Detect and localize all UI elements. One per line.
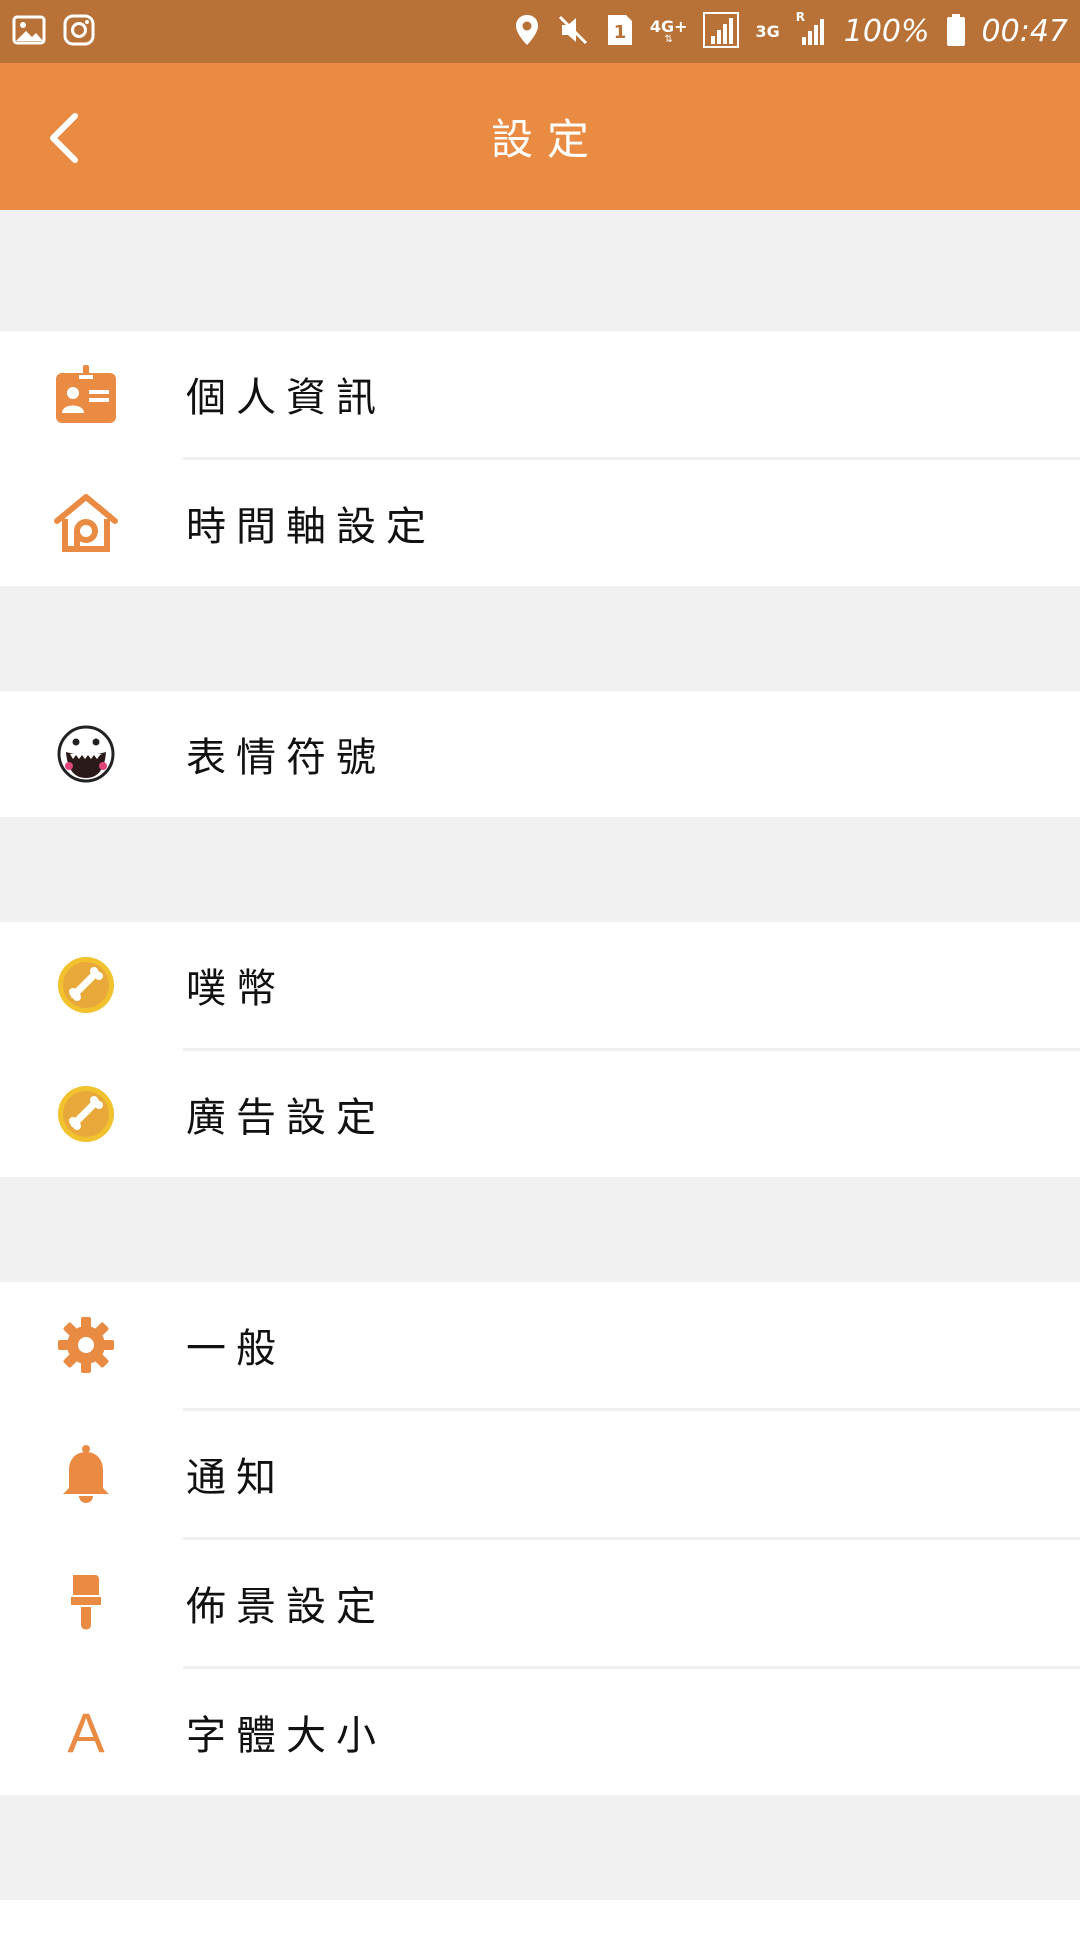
mute-icon	[556, 13, 590, 51]
sim-icon: 1	[606, 13, 634, 51]
settings-item-notifications[interactable]: 通知	[0, 1408, 1080, 1537]
settings-item-label: 廣告設定	[186, 1095, 386, 1141]
settings-item-label: 一般	[186, 1326, 286, 1372]
svg-text:1: 1	[614, 22, 627, 43]
settings-item-theme[interactable]: 佈景設定	[0, 1537, 1080, 1666]
settings-group-account: 個人資訊 時間軸設定	[0, 331, 1080, 586]
signal-icon-2: R	[796, 10, 828, 51]
emoji-icon	[0, 724, 172, 784]
settings-item-ads[interactable]: 廣告設定	[0, 1048, 1080, 1177]
coin-icon	[0, 955, 172, 1015]
gallery-icon	[12, 15, 46, 49]
settings-item-label: 噗幣	[186, 966, 286, 1012]
settings-item-label: 表情符號	[186, 735, 386, 781]
settings-item-font-size[interactable]: A 字體大小	[0, 1666, 1080, 1795]
settings-group-partial	[0, 1900, 1080, 1940]
network-4g-indicator: 4G+ ⇅	[649, 16, 688, 45]
settings-item-label: 個人資訊	[186, 375, 386, 421]
battery-icon	[946, 13, 966, 51]
bell-icon	[0, 1444, 172, 1504]
signal-icon-1	[703, 11, 740, 52]
home-icon	[0, 493, 172, 553]
font-size-icon: A	[0, 1700, 172, 1765]
settings-item-timeline[interactable]: 時間軸設定	[0, 457, 1080, 586]
location-icon	[514, 13, 540, 51]
id-card-icon	[0, 365, 172, 423]
settings-item-general[interactable]: 一般	[0, 1282, 1080, 1408]
brush-icon	[0, 1573, 172, 1633]
settings-item-label: 佈景設定	[186, 1584, 386, 1630]
back-button[interactable]	[28, 103, 98, 173]
clock: 00:47	[981, 14, 1068, 49]
settings-group-coins: 噗幣 廣告設定	[0, 922, 1080, 1177]
font-size-glyph: A	[67, 1700, 105, 1764]
settings-item-label: 字體大小	[186, 1713, 386, 1759]
settings-item-label: 時間軸設定	[186, 504, 436, 550]
gear-icon	[0, 1315, 172, 1375]
instagram-icon	[62, 13, 96, 51]
settings-group-emoji: 表情符號	[0, 691, 1080, 817]
settings-item-emoji[interactable]: 表情符號	[0, 691, 1080, 817]
status-bar: 1 4G+ ⇅ 3G R 100% 00:47	[0, 0, 1080, 63]
coin-icon	[0, 1084, 172, 1144]
settings-item-label: 通知	[186, 1455, 286, 1501]
app-bar: 設定	[0, 63, 1080, 210]
chevron-left-icon	[50, 113, 78, 163]
settings-group-general: 一般 通知 佈景設定 A 字體大小	[0, 1282, 1080, 1795]
battery-percent: 100%	[843, 14, 930, 49]
page-title: 設定	[490, 115, 603, 164]
network-3g-indicator: 3G	[755, 21, 780, 41]
settings-item-profile[interactable]: 個人資訊	[0, 331, 1080, 457]
settings-item-coins[interactable]: 噗幣	[0, 922, 1080, 1048]
